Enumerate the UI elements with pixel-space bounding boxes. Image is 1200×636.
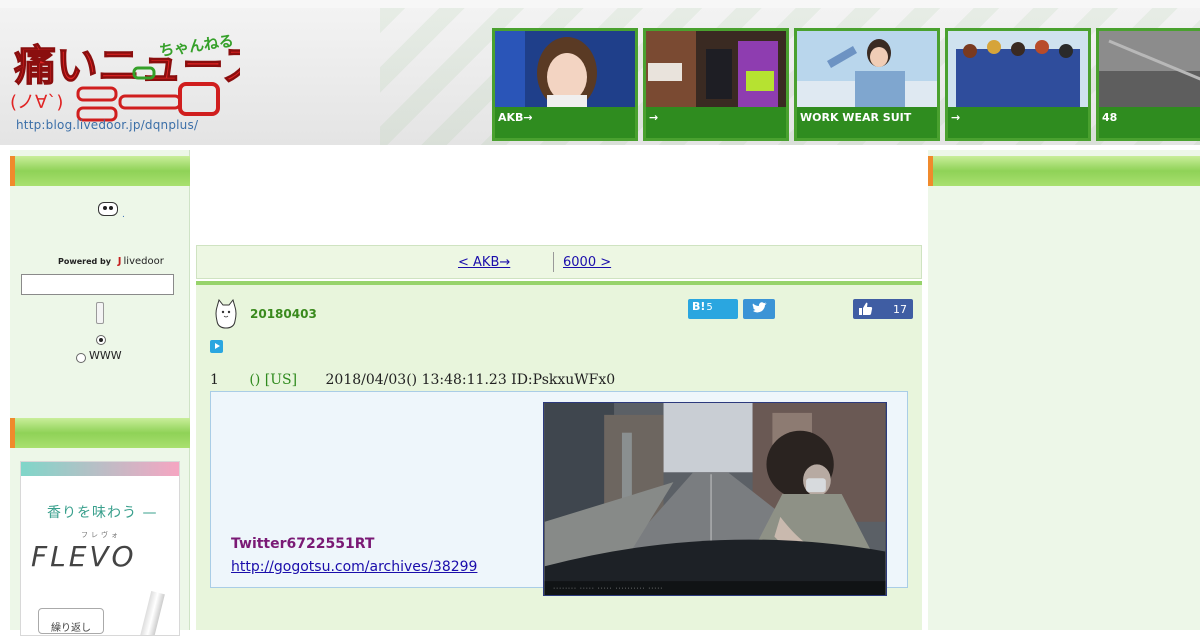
thumbnail-item[interactable]: →: [945, 28, 1091, 141]
radio-www[interactable]: [76, 353, 86, 363]
logo-face-text: (ノ∀`): [10, 92, 63, 113]
radio-blog[interactable]: [96, 335, 106, 345]
thumbs-up-icon: [859, 302, 873, 315]
powered-label: Powered by: [58, 257, 111, 266]
ad-product-image: [139, 591, 165, 635]
thumbnail-item[interactable]: WORK WEAR SUIT: [794, 28, 940, 141]
thumbnail-item[interactable]: AKB→: [492, 28, 638, 141]
sidebar-header-bar: [10, 156, 190, 186]
response-header: 1 () [US] 2018/04/03() 13:48:11.23 ID:Ps…: [210, 372, 615, 388]
next-article-link[interactable]: 6000 >: [563, 255, 611, 270]
logo-stroke-shape: [118, 94, 182, 110]
livedoor-logo[interactable]: livedoor: [118, 256, 164, 267]
thumbnail-caption: 48: [1099, 107, 1200, 138]
thumbnail-caption: WORK WEAR SUIT: [797, 107, 937, 138]
twitter-icon: [752, 302, 767, 313]
twitter-caption: Twitter6722551RT: [231, 536, 375, 552]
thumbnail-image: [1099, 31, 1200, 107]
response-meta: 2018/04/03() 13:48:11.23 ID:PskxuWFx0: [325, 372, 616, 388]
search-input[interactable]: [21, 274, 174, 295]
response-number: 1: [210, 372, 219, 388]
prev-article-link[interactable]: < AKB→: [458, 255, 510, 270]
ad-brand: FLEVO: [31, 540, 137, 573]
thumbnail-image: [948, 31, 1088, 107]
play-icon[interactable]: [210, 340, 223, 353]
sidebar-header-bar: [928, 156, 1200, 186]
radio-www-label: WWW: [89, 349, 122, 362]
main-content: < AKB→ 6000 > 20180403 B!5 17 1 () [US] …: [191, 150, 928, 630]
thumbnail-image: [495, 31, 635, 107]
mini-text: .: [122, 210, 125, 220]
thumbnail-caption: →: [948, 107, 1088, 138]
sidebar-header-bar: [10, 418, 190, 448]
article-nav: < AKB→ 6000 >: [196, 245, 922, 279]
logo-stroke-shape: [76, 86, 118, 102]
svg-text:········ ····· ····· ·····: ········ ····· ····· ·········· ·····: [553, 586, 663, 592]
site-header: 痛いニュース ちゃんねる (ノ∀`) http:blog.livedoor.jp…: [0, 0, 1200, 145]
like-button[interactable]: 17: [853, 299, 913, 319]
thumbnail-item[interactable]: 48: [1096, 28, 1200, 141]
ad-furigana: フレヴォ: [81, 531, 121, 539]
ad-headline: 香りを味わう —: [47, 505, 158, 521]
cat-icon: [215, 299, 237, 329]
logo-url[interactable]: http:blog.livedoor.jp/dqnplus/: [16, 118, 198, 132]
response-body: Twitter6722551RT http://gogotsu.com/arch…: [210, 391, 908, 596]
right-sidebar: [928, 150, 1200, 630]
face-icon: [98, 202, 118, 216]
ad-top-band: [21, 462, 179, 476]
like-count: 17: [893, 303, 907, 316]
response-name: () [US]: [249, 372, 298, 388]
hatena-label: B!: [692, 300, 706, 313]
sidebar-ad[interactable]: 香りを味わう — フレヴォ FLEVO 繰り返し: [20, 461, 180, 636]
thumbnail-caption: AKB→: [495, 107, 635, 138]
article-date: 20180403: [250, 307, 317, 321]
twitter-share-button[interactable]: [743, 299, 775, 319]
source-link[interactable]: http://gogotsu.com/archives/38299: [231, 559, 477, 575]
thumbnail-item[interactable]: →: [643, 28, 789, 141]
left-sidebar: . Powered by livedoor WWW 香りを味わう — フレヴォ …: [10, 150, 190, 636]
thumbnail-strip: AKB→ → WORK WEAR SUIT → 48: [492, 28, 1200, 142]
thumbnail-caption: →: [646, 107, 786, 138]
search-button[interactable]: [96, 302, 104, 324]
ad-button[interactable]: 繰り返し: [38, 608, 104, 634]
hatena-count: 5: [706, 302, 713, 313]
hatena-bookmark-button[interactable]: B!5: [688, 299, 738, 319]
nav-divider: [553, 252, 554, 272]
thumbnail-image: [797, 31, 937, 107]
article: 20180403 B!5 17 1 () [US] 2018/04/03() 1…: [196, 281, 922, 630]
powered-by: Powered by livedoor: [58, 256, 164, 267]
dashcam-image[interactable]: ········ ····· ····· ·········· ·····: [543, 402, 887, 596]
thumbnail-image: [646, 31, 786, 107]
